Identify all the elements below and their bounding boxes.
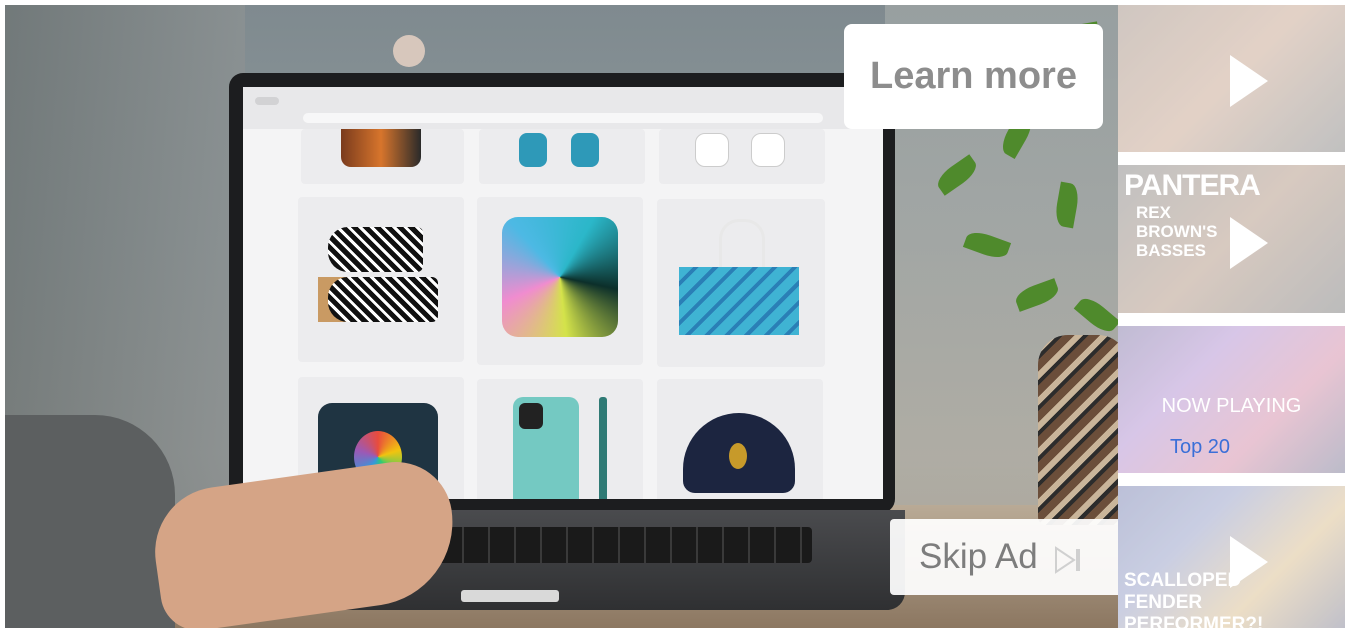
playlist-item[interactable]: SCALLOPED FENDER PERFORMER?! [1118, 486, 1345, 628]
product-card [659, 129, 825, 184]
product-card [298, 197, 464, 362]
product-image-shirt [341, 129, 421, 167]
thumbnail-title: PANTERA [1124, 169, 1261, 202]
browser-bar [243, 87, 883, 129]
product-image-mugs [751, 133, 785, 167]
product-image-sneaker [328, 227, 423, 272]
product-image-tote [679, 267, 799, 335]
playlist-item[interactable]: PANTERA REX BROWN'S BASSES [1118, 165, 1345, 313]
skip-ad-button[interactable]: Skip Ad [890, 519, 1118, 595]
camera-module [519, 403, 543, 429]
video-playlist: PANTERA REX BROWN'S BASSES Top 20 NOW PL… [1118, 5, 1345, 628]
background-light [393, 35, 425, 67]
address-bar [303, 113, 823, 123]
playlist-item[interactable] [1118, 5, 1345, 152]
learn-more-button[interactable]: Learn more [844, 24, 1103, 129]
product-image-pillow [502, 217, 618, 337]
product-card [657, 379, 823, 499]
product-card [479, 129, 645, 184]
product-card [657, 199, 825, 367]
product-image-mugs [695, 133, 729, 167]
product-card [477, 197, 643, 365]
laptop-screen [243, 87, 883, 499]
product-image-sneaker [328, 277, 438, 322]
window-controls [255, 97, 279, 105]
play-icon[interactable] [1230, 217, 1268, 269]
product-image-tote-handle [719, 219, 765, 272]
thumbnail-title: Top 20 [1170, 436, 1231, 458]
product-image-phone-side [599, 397, 607, 499]
product-image-socks [571, 133, 599, 167]
pineapple-graphic [729, 443, 747, 469]
person-arm [5, 415, 175, 628]
product-image-phone-case [513, 397, 579, 499]
product-card [477, 379, 643, 499]
plant-pot [1038, 335, 1118, 525]
playlist-item-now-playing[interactable]: Top 20 NOW PLAYING [1118, 326, 1345, 473]
product-image-socks [519, 133, 547, 167]
play-icon[interactable] [1230, 536, 1268, 588]
product-card [301, 129, 464, 184]
product-image-cap [683, 413, 795, 493]
now-playing-label: NOW PLAYING [1161, 395, 1302, 417]
skip-next-icon [1054, 543, 1084, 574]
trackpad-edge [461, 590, 559, 602]
skip-ad-label: Skip Ad [919, 537, 1038, 576]
play-icon[interactable] [1230, 55, 1268, 107]
